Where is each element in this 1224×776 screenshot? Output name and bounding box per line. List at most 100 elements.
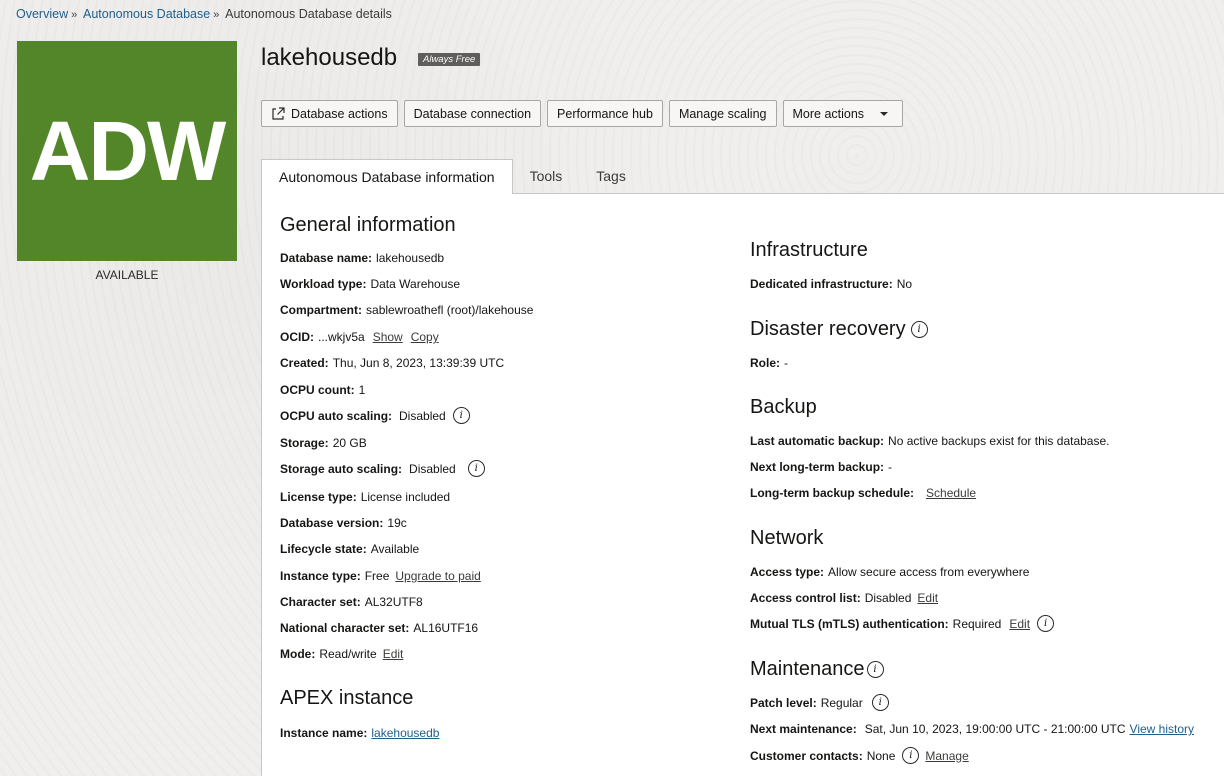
ocpu-count-row: OCPU count: 1: [280, 383, 365, 397]
info-icon[interactable]: i: [1037, 615, 1055, 632]
field-value: AL16UTF16: [413, 621, 479, 635]
field-label: Next maintenance:: [750, 722, 857, 736]
maintenance-heading-text: Maintenance: [750, 658, 865, 680]
field-value: Read/write: [319, 647, 377, 661]
field-value: Sat, Jun 10, 2023, 19:00:00 UTC - 21:00:…: [864, 722, 1126, 736]
tab-bar: Autonomous Database information Tools Ta…: [261, 159, 643, 195]
field-value: AL32UTF8: [364, 595, 423, 609]
info-icon[interactable]: i: [871, 694, 889, 711]
more-actions-button[interactable]: More actions: [782, 100, 904, 127]
performance-hub-button[interactable]: Performance hub: [547, 100, 663, 127]
schedule-link[interactable]: Schedule: [926, 486, 976, 500]
field-label: Customer contacts:: [750, 748, 863, 763]
apex-instance-name-row: Instance name: lakehousedb: [280, 726, 439, 740]
field-label: Character set:: [280, 595, 361, 609]
customer-contacts-row: Customer contacts: None i Manage: [750, 747, 969, 764]
info-icon[interactable]: i: [902, 747, 920, 764]
field-value: sablewroathefl (root)/lakehouse: [366, 303, 534, 317]
field-label: Lifecycle state:: [280, 542, 367, 556]
always-free-badge: Always Free: [418, 53, 481, 66]
workload-type-row: Workload type: Data Warehouse: [280, 277, 460, 291]
ocid-row: OCID: ...wkjv5a Show Copy: [280, 330, 439, 344]
database-actions-label: Database actions: [291, 106, 388, 121]
dedicated-infrastructure-row: Dedicated infrastructure: No: [750, 277, 912, 291]
field-value: 1: [358, 383, 366, 397]
database-name-row: Database name: lakehousedb: [280, 251, 444, 265]
database-connection-button[interactable]: Database connection: [403, 100, 542, 127]
field-label: Role:: [750, 356, 780, 370]
network-heading: Network: [750, 527, 824, 549]
breadcrumb-overview[interactable]: Overview: [16, 7, 68, 21]
field-label: Compartment:: [280, 303, 363, 317]
caret-down-icon: [880, 111, 889, 116]
more-actions-label: More actions: [792, 106, 865, 121]
info-icon[interactable]: i: [866, 661, 884, 678]
field-label: Dedicated infrastructure:: [750, 277, 893, 291]
patch-level-row: Patch level: Regular i: [750, 694, 889, 711]
field-label: Mode:: [280, 647, 316, 661]
field-value: Disabled: [864, 591, 912, 605]
manage-contacts-link[interactable]: Manage: [925, 749, 968, 763]
field-value: 20 GB: [332, 436, 367, 450]
breadcrumb-current: Autonomous Database details: [225, 7, 392, 21]
field-value: Available: [370, 542, 420, 556]
infrastructure-heading: Infrastructure: [750, 239, 868, 261]
field-label: Storage auto scaling:: [280, 461, 403, 476]
view-history-link[interactable]: View history: [1130, 722, 1194, 736]
field-value: ...wkjv5a: [318, 330, 365, 344]
field-value: Regular: [820, 695, 863, 710]
info-icon[interactable]: i: [910, 321, 928, 338]
field-label: Mutual TLS (mTLS) authentication:: [750, 616, 949, 631]
manage-scaling-button[interactable]: Manage scaling: [668, 100, 777, 127]
page-title: lakehousedb: [261, 44, 398, 71]
tab-autonomous-database-information[interactable]: Autonomous Database information: [261, 159, 513, 194]
acl-edit-link[interactable]: Edit: [917, 591, 938, 605]
mtls-edit-link[interactable]: Edit: [1009, 617, 1030, 631]
maintenance-heading: Maintenance i: [750, 658, 884, 681]
field-value: lakehousedb: [376, 251, 445, 265]
next-long-term-backup-row: Next long-term backup: -: [750, 460, 892, 474]
mode-edit-link[interactable]: Edit: [383, 647, 404, 661]
action-toolbar: Database actions Database connection Per…: [261, 100, 904, 127]
field-label: Next long-term backup:: [750, 460, 885, 474]
general-information-heading: General information: [280, 214, 456, 236]
breadcrumb-separator: »: [71, 9, 78, 21]
field-label: OCID:: [280, 330, 314, 344]
mode-row: Mode: Read/write Edit: [280, 647, 403, 661]
field-label: OCPU auto scaling:: [280, 408, 393, 423]
field-label: Instance type:: [280, 569, 361, 583]
info-icon[interactable]: i: [452, 407, 470, 424]
ocid-show-link[interactable]: Show: [373, 330, 403, 344]
apex-instance-link[interactable]: lakehousedb: [371, 726, 439, 740]
tab-tools[interactable]: Tools: [513, 159, 580, 195]
role-row: Role: -: [750, 356, 788, 370]
backup-heading: Backup: [750, 396, 817, 418]
field-value: Required: [952, 616, 1002, 631]
national-character-set-row: National character set: AL16UTF16: [280, 621, 478, 635]
apex-instance-heading: APEX instance: [280, 687, 414, 709]
field-label: National character set:: [280, 621, 410, 635]
field-label: Last automatic backup:: [750, 434, 885, 448]
field-value: Allow secure access from everywhere: [828, 565, 1030, 579]
ocid-copy-link[interactable]: Copy: [411, 330, 439, 344]
compartment-row: Compartment: sablewroathefl (root)/lakeho…: [280, 303, 533, 317]
upgrade-to-paid-link[interactable]: Upgrade to paid: [395, 569, 480, 583]
breadcrumb-autonomous-database[interactable]: Autonomous Database: [83, 7, 210, 21]
ocpu-auto-scaling-row: OCPU auto scaling: Disabled i: [280, 407, 470, 424]
field-value: Free: [364, 569, 390, 583]
database-actions-button[interactable]: Database actions: [261, 100, 398, 127]
storage-auto-scaling-row: Storage auto scaling: Disabled i: [280, 460, 485, 477]
long-term-backup-schedule-row: Long-term backup schedule: Schedule: [750, 486, 976, 500]
database-version-row: Database version: 19c: [280, 516, 407, 530]
breadcrumb: Overview» Autonomous Database» Autonomou…: [16, 7, 392, 21]
field-label: Storage:: [280, 436, 329, 450]
field-label: Patch level:: [750, 695, 817, 710]
info-icon[interactable]: i: [467, 460, 485, 477]
field-value: No: [896, 277, 913, 291]
tab-tags[interactable]: Tags: [579, 159, 643, 195]
access-control-list-row: Access control list: Disabled Edit: [750, 591, 938, 605]
field-label: Instance name:: [280, 726, 368, 740]
last-automatic-backup-row: Last automatic backup: No active backups …: [750, 434, 1109, 448]
adw-logo: ADW: [17, 41, 237, 261]
field-value: Data Warehouse: [370, 277, 461, 291]
